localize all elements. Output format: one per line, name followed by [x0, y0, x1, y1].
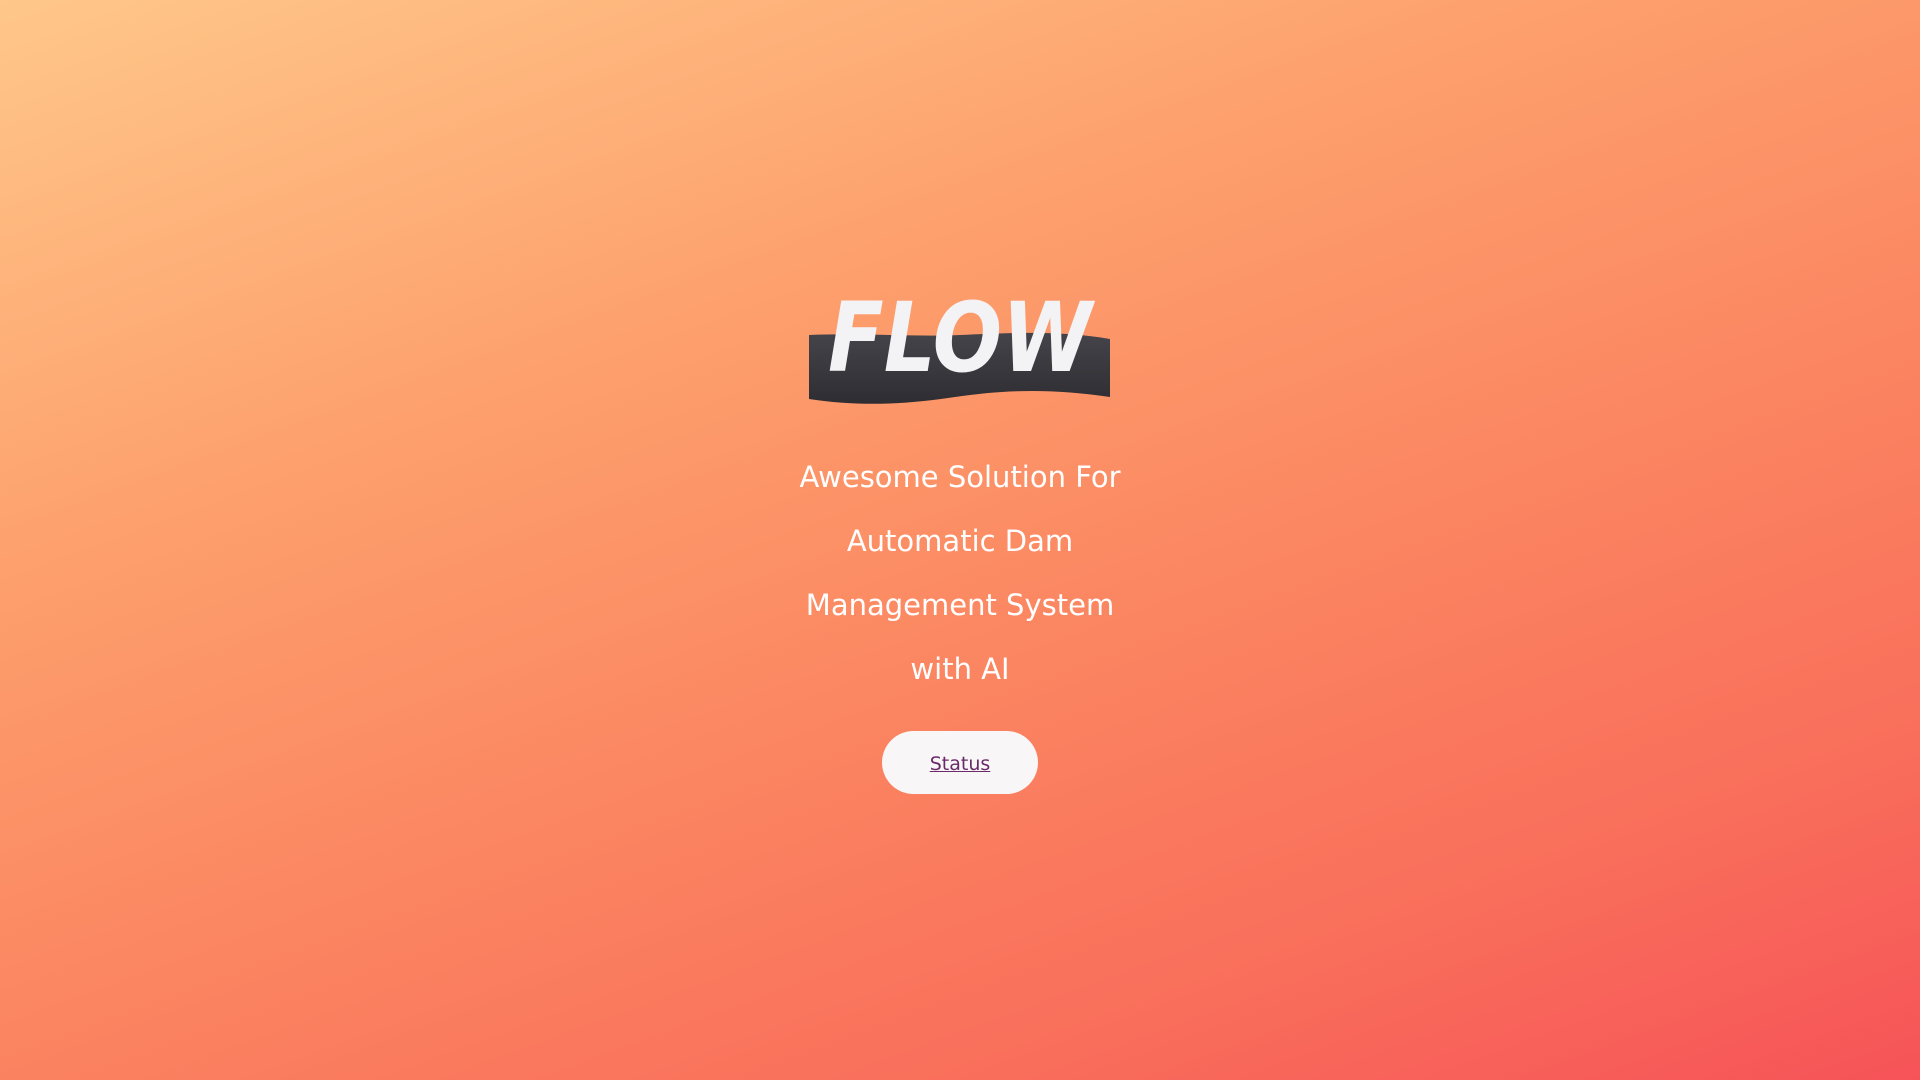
tagline-line-2: Automatic Dam: [846, 524, 1074, 558]
logo-text: FLOW: [828, 285, 1095, 394]
tagline-line-3: Management System: [805, 588, 1115, 622]
flow-logo: FLOW: [805, 285, 1115, 410]
tagline: Awesome Solution For Automatic Dam Manag…: [710, 445, 1210, 701]
tagline-line-4: with AI: [910, 652, 1010, 686]
flow-logo-graphic: FLOW: [809, 285, 1110, 404]
tagline-line-1: Awesome Solution For: [799, 460, 1121, 494]
hero-section: FLOW Awesome Solution For Automatic Dam …: [0, 0, 1920, 1080]
status-link[interactable]: Status: [930, 753, 991, 775]
status-button[interactable]: Status: [882, 731, 1038, 794]
